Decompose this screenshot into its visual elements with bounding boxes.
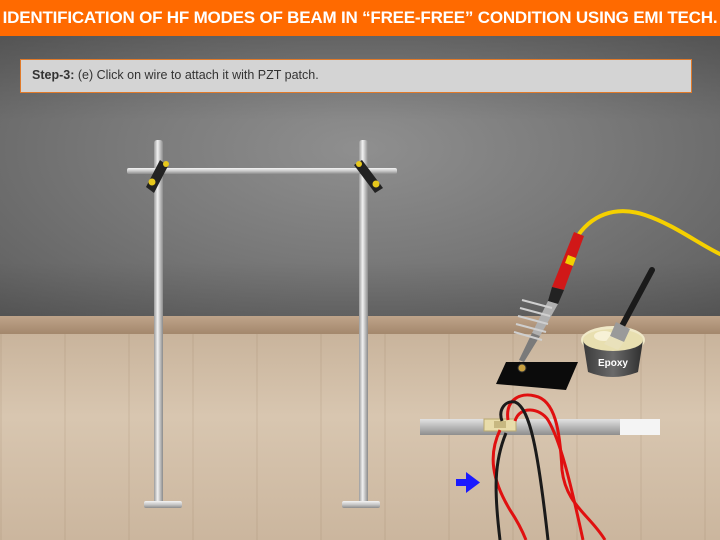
- wire-red-1[interactable]: [506, 393, 607, 540]
- soldering-iron-cable: [573, 209, 720, 257]
- wire-bundle[interactable]: [491, 393, 607, 540]
- simulation-stage: Epoxy IDENTIFICATION OF HF MODES OF BEAM…: [0, 0, 720, 540]
- stand-left-base: [144, 501, 182, 508]
- stand-top-bar: [127, 168, 397, 174]
- step-instruction: (e) Click on wire to attach it with PZT …: [74, 68, 319, 82]
- step-label: Step-3:: [32, 68, 75, 82]
- page-title: IDENTIFICATION OF HF MODES OF BEAM IN “F…: [0, 0, 720, 36]
- right-clamp: [354, 160, 383, 193]
- soldering-stand: [496, 299, 578, 390]
- wire-black-2[interactable]: [494, 432, 508, 540]
- instruction-box: Step-3: (e) Click on wire to attach it w…: [20, 59, 692, 93]
- beam-specimen: [420, 418, 660, 435]
- epoxy-label: Epoxy: [598, 358, 628, 369]
- beam-stand: [127, 140, 397, 508]
- stand-left-pole: [154, 140, 163, 505]
- stand-right-pole: [359, 140, 368, 505]
- stand-right-base: [342, 501, 380, 508]
- right-arrow-icon: [456, 472, 480, 493]
